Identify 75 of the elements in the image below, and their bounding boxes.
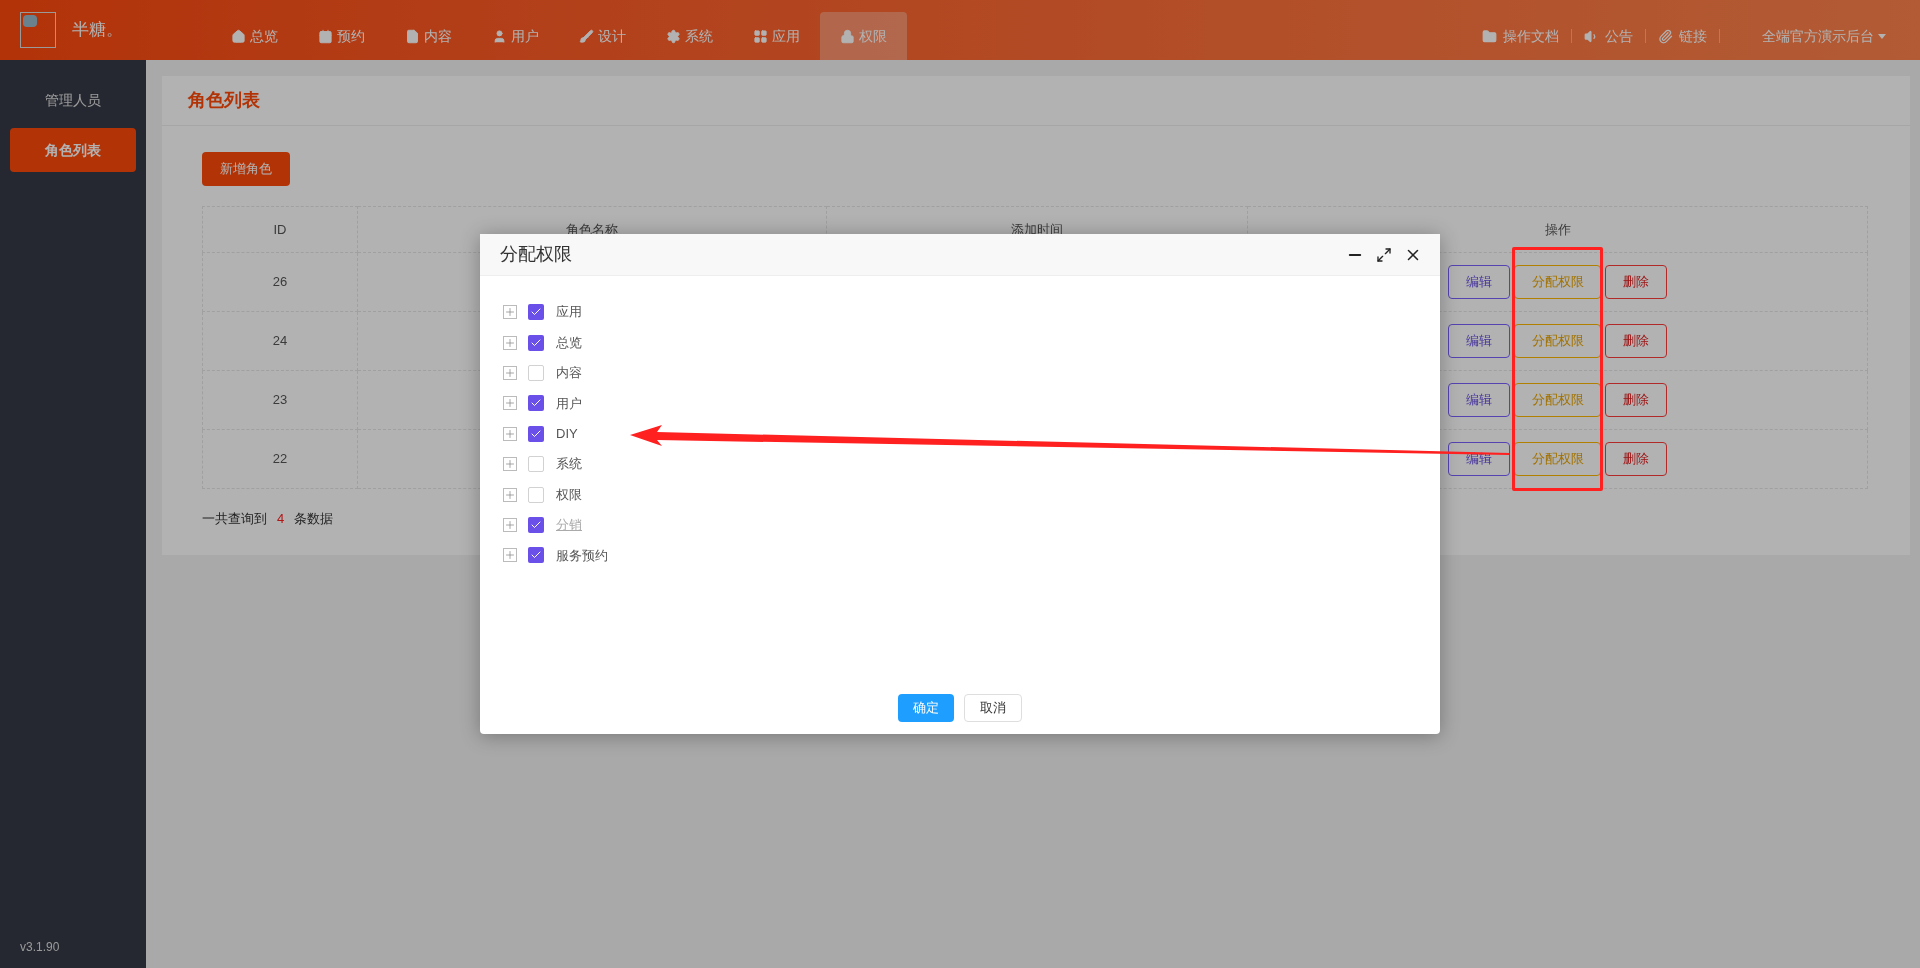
maximize-icon[interactable] xyxy=(1376,246,1392,263)
cancel-button[interactable]: 取消 xyxy=(964,694,1022,722)
expand-icon[interactable] xyxy=(503,487,517,502)
permission-label: 内容 xyxy=(556,364,582,383)
nav-tab[interactable]: 内容 xyxy=(385,12,472,60)
delete-button[interactable]: 删除 xyxy=(1605,383,1667,417)
checkbox[interactable] xyxy=(528,364,544,381)
logo-icon xyxy=(20,12,56,48)
account-menu[interactable]: 全端官方演示后台 xyxy=(1762,25,1886,47)
lock-icon xyxy=(840,28,855,44)
nav-tab[interactable]: 预约 xyxy=(298,12,385,60)
folder-icon xyxy=(1482,28,1497,44)
expand-icon[interactable] xyxy=(503,457,517,472)
header-link[interactable]: 操作文档 xyxy=(1470,25,1571,47)
expand-icon[interactable] xyxy=(503,335,517,350)
edit-button[interactable]: 编辑 xyxy=(1448,265,1510,299)
result-count: 4 xyxy=(277,510,285,528)
column-header: 操作 xyxy=(1544,221,1571,237)
table-cell: 22 xyxy=(272,451,288,467)
expand-icon[interactable] xyxy=(503,426,517,441)
brand-name: 半糖。 xyxy=(72,19,123,42)
table-cell: 24 xyxy=(272,333,288,349)
dialog-title: 分配权限 xyxy=(500,243,572,266)
checkbox[interactable] xyxy=(528,547,544,564)
checkbox[interactable] xyxy=(528,456,544,473)
edit-button[interactable]: 编辑 xyxy=(1448,324,1510,358)
document-icon xyxy=(405,28,420,44)
nav-tab[interactable]: 总览 xyxy=(211,12,298,60)
home-icon xyxy=(231,28,246,44)
permission-label: 应用 xyxy=(556,303,582,322)
nav-tab[interactable]: 系统 xyxy=(646,12,733,60)
expand-icon[interactable] xyxy=(503,548,517,563)
delete-button[interactable]: 删除 xyxy=(1605,324,1667,358)
permission-label: 分销 xyxy=(556,516,582,535)
nav-tab[interactable]: 用户 xyxy=(472,12,559,60)
table-cell: 23 xyxy=(272,392,288,408)
confirm-button[interactable]: 确定 xyxy=(898,694,954,722)
permission-label: 服务预约 xyxy=(556,546,608,565)
permission-label: 用户 xyxy=(556,394,582,413)
checkbox[interactable] xyxy=(528,395,544,412)
table-cell: 26 xyxy=(272,274,288,290)
sidebar-item[interactable]: 管理人员 xyxy=(10,78,136,122)
nav-tab[interactable]: 设计 xyxy=(559,12,646,60)
page-title: 角色列表 xyxy=(188,89,260,112)
expand-icon[interactable] xyxy=(503,396,517,411)
column-header: ID xyxy=(273,221,287,237)
calendar-icon xyxy=(318,28,333,44)
version-label: v3.1.90 xyxy=(20,939,60,956)
delete-button[interactable]: 删除 xyxy=(1605,265,1667,299)
caret-icon xyxy=(1878,33,1886,39)
expand-icon[interactable] xyxy=(503,365,517,380)
expand-icon[interactable] xyxy=(503,517,517,532)
header-link[interactable]: 链接 xyxy=(1646,25,1719,47)
permission-label: 总览 xyxy=(556,333,582,352)
summary-text: 一共查询到 xyxy=(202,510,267,528)
checkbox[interactable] xyxy=(528,304,544,321)
nav-tab[interactable]: 应用 xyxy=(733,12,820,60)
grid-icon xyxy=(753,28,768,44)
checkbox[interactable] xyxy=(528,334,544,351)
brush-icon xyxy=(579,28,594,44)
header-link[interactable]: 公告 xyxy=(1572,25,1645,47)
add-role-button[interactable]: 新增角色 xyxy=(202,152,290,186)
checkbox[interactable] xyxy=(528,486,544,503)
checkbox[interactable] xyxy=(528,425,544,442)
user-icon xyxy=(492,28,507,44)
expand-icon[interactable] xyxy=(503,305,517,320)
sidebar-item[interactable]: 角色列表 xyxy=(10,128,136,172)
gear-icon xyxy=(666,28,681,44)
permission-label: DIY xyxy=(556,425,578,443)
delete-button[interactable]: 删除 xyxy=(1605,442,1667,476)
edit-button[interactable]: 编辑 xyxy=(1448,383,1510,417)
paperclip-icon xyxy=(1658,28,1673,44)
summary-text: 条数据 xyxy=(294,510,334,528)
permission-label: 系统 xyxy=(556,455,582,474)
permission-label: 权限 xyxy=(556,485,582,504)
